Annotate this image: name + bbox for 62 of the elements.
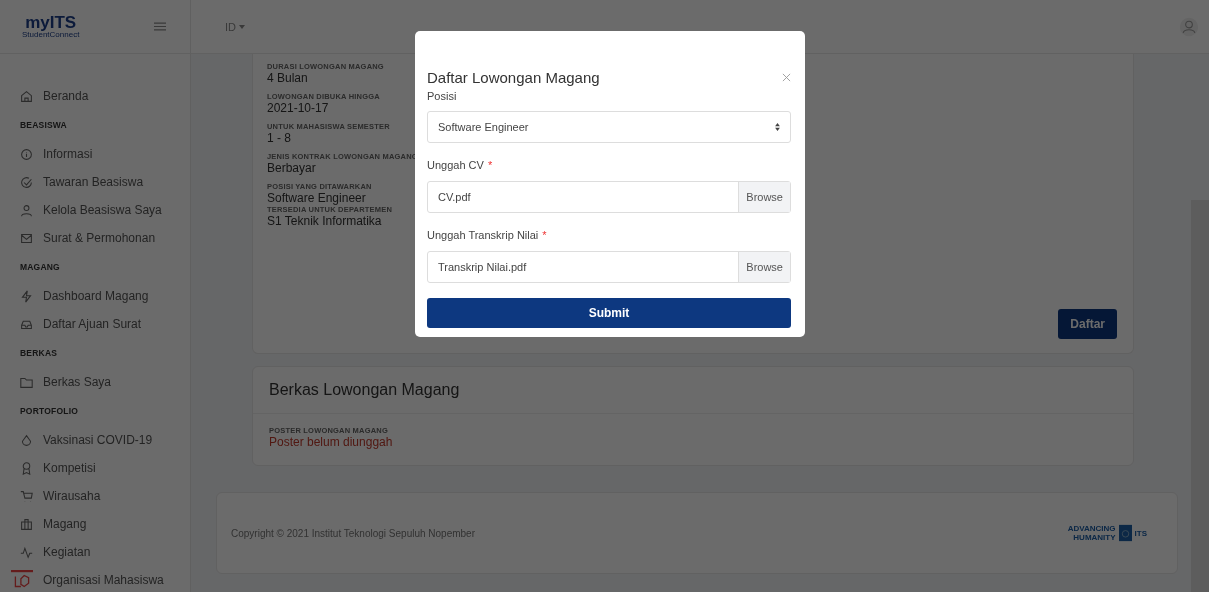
pulse-icon — [20, 545, 33, 559]
field-value: 1 - 8 — [267, 131, 292, 145]
logo-text: ITS — [1134, 528, 1147, 538]
drop-icon — [20, 433, 33, 447]
user-icon — [20, 203, 33, 217]
field-value: Poster belum diunggah — [269, 435, 394, 449]
menu-icon[interactable] — [154, 22, 166, 31]
modal-title: Daftar Lowongan Magang — [427, 69, 600, 86]
sidebar-link[interactable]: Organisasi Mahasiswa — [43, 573, 164, 587]
sidebar-link[interactable]: Wirausaha — [43, 489, 101, 503]
emblem-icon — [1118, 524, 1132, 542]
field-value: S1 Teknik Informatika — [267, 214, 383, 228]
position-select[interactable]: Software Engineer — [427, 111, 791, 143]
field-label: Posisi — [427, 90, 458, 102]
check-icon — [20, 175, 33, 189]
register-button[interactable]: Daftar — [1058, 309, 1117, 339]
sidebar-link[interactable]: Kompetisi — [43, 461, 96, 475]
sidebar-section-title: MAGANG — [20, 261, 61, 274]
award-icon — [20, 461, 33, 475]
logo-text: myITS — [25, 14, 77, 31]
sidebar-link[interactable]: Dashboard Magang — [43, 289, 149, 303]
sidebar-link[interactable]: Magang — [43, 517, 87, 531]
sidebar-link[interactable]: Kelola Beasiswa Saya — [43, 203, 162, 217]
cart-icon — [20, 489, 33, 503]
field-value: 4 Bulan — [267, 71, 309, 85]
field-label: Unggah CV — [427, 159, 484, 171]
browse-button[interactable]: Browse — [738, 182, 790, 212]
sidebar-link[interactable]: Kegiatan — [43, 545, 91, 559]
caret-icon — [239, 24, 245, 29]
sidebar-link[interactable]: Daftar Ajuan Surat — [43, 317, 142, 331]
folder-icon — [20, 375, 33, 389]
logo-text: ADVANCING — [1067, 524, 1116, 533]
file-input[interactable]: Transkrip Nilai.pdf Browse — [427, 251, 791, 283]
required-mark: * — [487, 159, 493, 171]
close-icon[interactable] — [782, 73, 791, 82]
logo-subtitle: StudentConnect — [22, 31, 80, 39]
mail-icon — [20, 231, 33, 245]
sort-caret-icon — [775, 123, 780, 131]
info-icon — [20, 147, 33, 161]
sidebar-section-title: PORTOFOLIO — [20, 405, 80, 418]
file-input[interactable]: CV.pdf Browse — [427, 181, 791, 213]
sidebar-link[interactable]: Vaksinasi COVID-19 — [43, 433, 153, 447]
sidebar-section-title: BERKAS — [20, 347, 59, 360]
sidebar-link[interactable]: Beranda — [43, 89, 89, 103]
required-mark: * — [542, 229, 547, 241]
bolt-icon — [20, 289, 33, 303]
logo-text: HUMANITY — [1073, 533, 1116, 542]
sidebar-link[interactable]: Informasi — [43, 147, 93, 161]
field-value: Software Engineer — [267, 191, 367, 205]
card-title: Berkas Lowongan Magang — [253, 367, 1133, 414]
case-icon — [20, 517, 33, 531]
browse-button[interactable]: Browse — [738, 252, 790, 282]
sidebar-link[interactable]: Surat & Permohonan — [43, 231, 156, 245]
sidebar-section-title: BEASISWA — [20, 119, 68, 132]
field-label: Unggah Transkrip Nilai — [427, 229, 539, 241]
field-value: Berbayar — [267, 161, 317, 175]
sidebar-link[interactable]: Berkas Saya — [43, 375, 112, 389]
avatar-icon[interactable] — [1179, 16, 1199, 37]
submit-button[interactable]: Submit — [427, 298, 791, 328]
sidebar-link[interactable]: Tawaran Beasiswa — [43, 175, 144, 189]
field-value: 2021-10-17 — [267, 101, 330, 115]
home-icon — [20, 89, 33, 103]
